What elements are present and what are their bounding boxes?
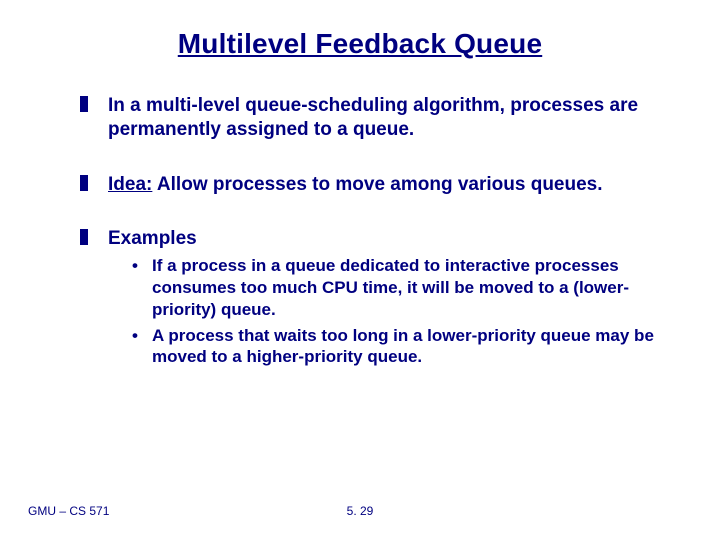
page-title: Multilevel Feedback Queue (60, 28, 660, 60)
bullet-item: Idea: Allow processes to move among vari… (80, 173, 660, 197)
sub-bullet-item: A process that waits too long in a lower… (132, 325, 660, 369)
sub-bullet-list: If a process in a queue dedicated to int… (108, 255, 660, 368)
bullet-list: In a multi-level queue-scheduling algori… (60, 94, 660, 368)
sub-bullet-text: A process that waits too long in a lower… (152, 326, 654, 367)
footer-page-number: 5. 29 (347, 504, 374, 518)
bullet-text: Examples (108, 228, 197, 249)
bullet-item: In a multi-level queue-scheduling algori… (80, 94, 660, 143)
footer-left: GMU – CS 571 (28, 504, 109, 518)
bullet-text: Allow processes to move among various qu… (152, 174, 602, 195)
sub-bullet-text: If a process in a queue dedicated to int… (152, 256, 629, 319)
idea-label: Idea: (108, 174, 152, 195)
bullet-text: In a multi-level queue-scheduling algori… (108, 95, 638, 140)
sub-bullet-item: If a process in a queue dedicated to int… (132, 255, 660, 320)
bullet-item: Examples If a process in a queue dedicat… (80, 227, 660, 368)
slide: Multilevel Feedback Queue In a multi-lev… (0, 0, 720, 540)
